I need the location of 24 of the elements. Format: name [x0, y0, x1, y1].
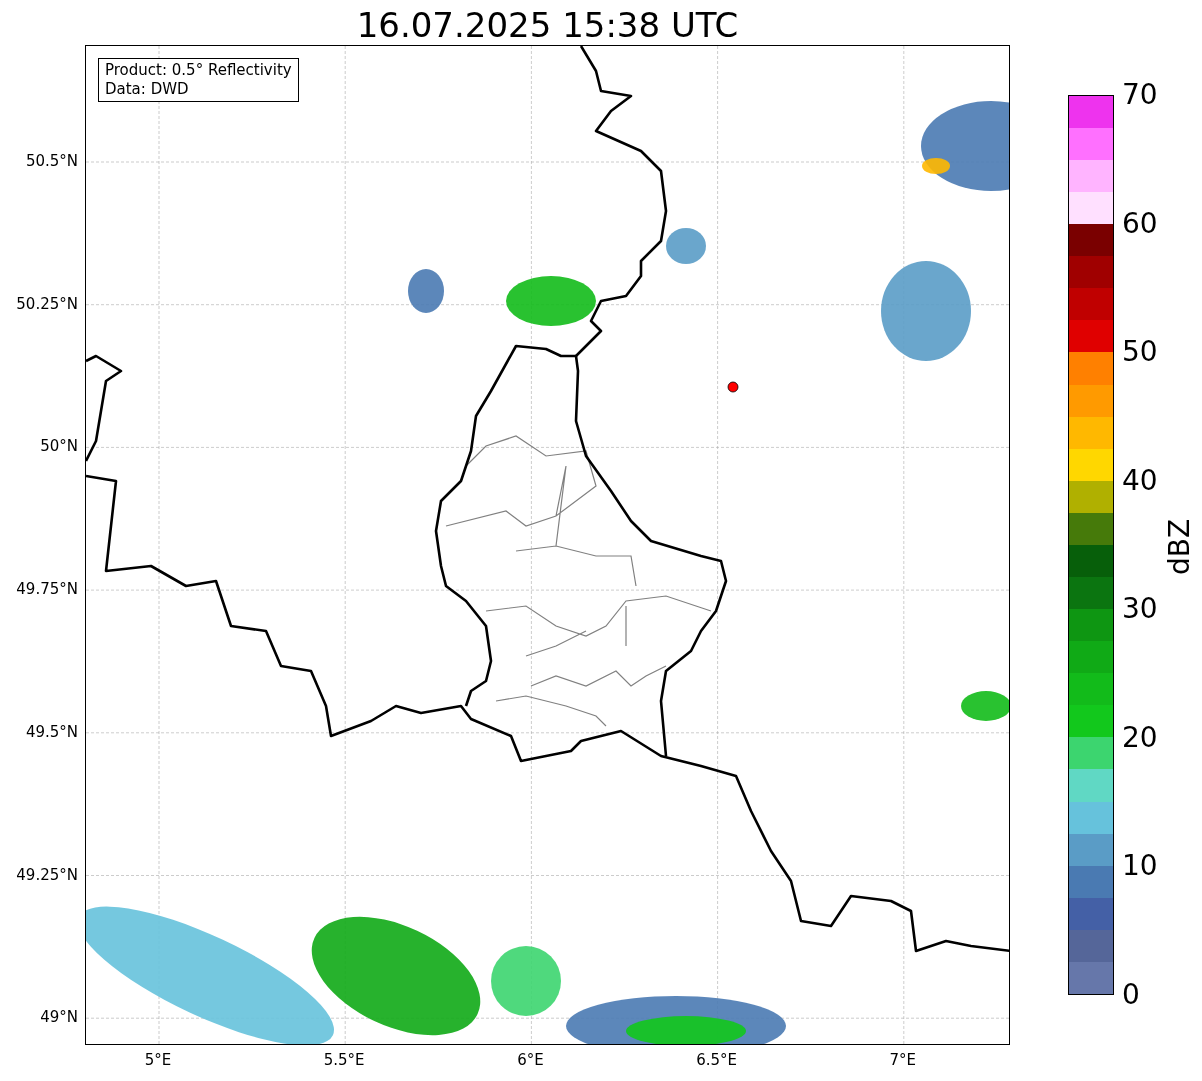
latitude-label: 50.25°N: [16, 294, 78, 313]
longitude-label: 5.5°E: [322, 1051, 366, 1069]
latitude-label: 49.75°N: [16, 580, 78, 599]
colorbar-tick-label: 20: [1122, 721, 1158, 754]
colorbar-label: dBZ: [1163, 517, 1197, 578]
longitude-label: 5°E: [143, 1051, 173, 1069]
latitude-label: 49.25°N: [16, 865, 78, 884]
colorbar-tick-label: 10: [1122, 850, 1158, 883]
colorbar-tick-label: 70: [1122, 79, 1158, 111]
longitude-label: 6.5°E: [695, 1051, 738, 1069]
colorbar-tick-label: 40: [1122, 464, 1158, 497]
colorbar-tick-label: 50: [1122, 336, 1158, 369]
latitude-label: 49.5°N: [25, 722, 78, 741]
legend-text: Data: DWD: [105, 80, 190, 99]
latitude-label: 49°N: [40, 1008, 78, 1027]
longitude-label: 7°E: [888, 1051, 918, 1069]
colorbar-tick-label: 30: [1122, 593, 1158, 626]
latitude-label: 50.5°N: [25, 152, 78, 170]
colorbar-tick-label: 60: [1122, 207, 1158, 240]
colorbar-tick-label: 0: [1122, 979, 1140, 1011]
latitude-label: 50°N: [40, 437, 78, 456]
legend-text: Product: 0.5° Reflectivity: [105, 61, 292, 80]
longitude-label: 6°E: [516, 1051, 545, 1069]
chart-title: 16.07.2025 15:38 UTC: [355, 4, 740, 46]
